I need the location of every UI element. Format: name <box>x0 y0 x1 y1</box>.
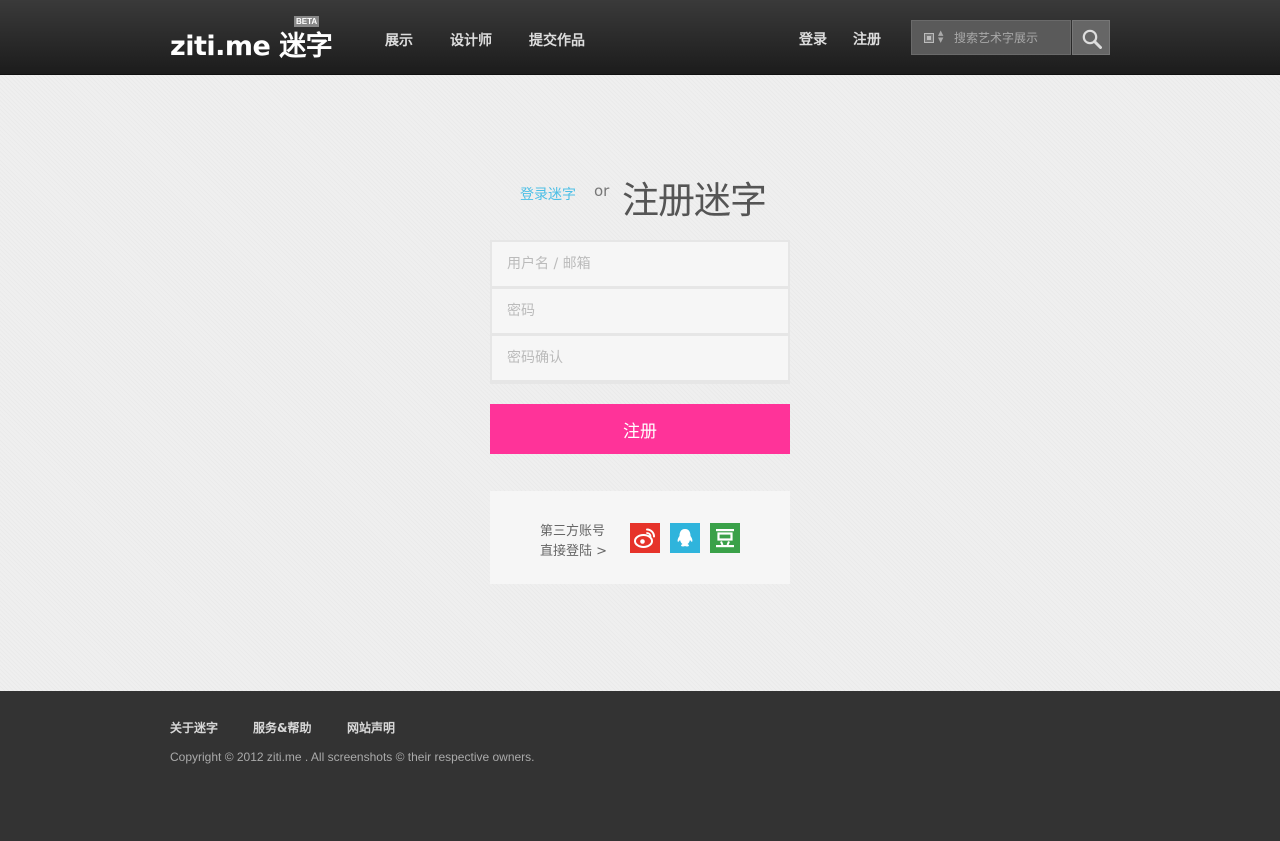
or-separator: or <box>594 182 610 200</box>
copyright-text: Copyright © 2012 ziti.me . All screensho… <box>170 750 535 764</box>
updown-arrows-icon: ▲ ▼ <box>938 29 944 44</box>
search-icon <box>1082 29 1102 49</box>
beta-badge: BETA <box>294 16 320 27</box>
register-link[interactable]: 注册 <box>853 29 881 49</box>
footer-link-statement[interactable]: 网站声明 <box>347 719 395 736</box>
username-field[interactable] <box>492 242 788 286</box>
site-logo[interactable]: ziti.me 迷字 BETA <box>170 16 333 62</box>
nav-item-submit-work[interactable]: 提交作品 <box>529 30 585 50</box>
register-section: 登录迷字 or 注册迷字 注册 第三方账号 直接登陆 > <box>0 75 1280 691</box>
confirm-password-field[interactable] <box>492 336 788 380</box>
search-box: ▲ ▼ <box>911 20 1071 55</box>
weibo-icon <box>630 523 660 553</box>
qq-icon <box>670 523 700 553</box>
top-navbar: ziti.me 迷字 BETA 展示 设计师 提交作品 登录 注册 ▲ ▼ <box>0 0 1280 75</box>
weibo-login-button[interactable] <box>630 523 660 553</box>
footer-link-about[interactable]: 关于迷字 <box>170 719 218 736</box>
register-form <box>490 240 790 384</box>
third-party-direct-login-label: 直接登陆 > <box>540 544 608 559</box>
logo-text: ziti.me 迷字 <box>170 31 333 62</box>
footer-link-help[interactable]: 服务&帮助 <box>253 719 311 736</box>
search-type-select[interactable]: ▲ ▼ <box>924 29 946 44</box>
nav-item-designers[interactable]: 设计师 <box>450 30 492 50</box>
search-input[interactable] <box>954 29 1066 47</box>
qq-login-button[interactable] <box>670 523 700 553</box>
nav-item-showcase[interactable]: 展示 <box>385 30 413 50</box>
switch-to-login-link[interactable]: 登录迷字 <box>520 184 576 204</box>
third-party-login: 第三方账号 直接登陆 > <box>490 491 790 584</box>
page-title: 注册迷字 <box>622 179 767 222</box>
douban-icon <box>710 523 740 553</box>
search-button[interactable] <box>1072 20 1110 55</box>
third-party-label: 第三方账号 <box>540 524 606 539</box>
register-submit-button[interactable]: 注册 <box>490 404 790 454</box>
square-select-icon <box>924 33 934 43</box>
login-link[interactable]: 登录 <box>799 29 827 49</box>
douban-login-button[interactable] <box>710 523 740 553</box>
password-field[interactable] <box>492 289 788 333</box>
